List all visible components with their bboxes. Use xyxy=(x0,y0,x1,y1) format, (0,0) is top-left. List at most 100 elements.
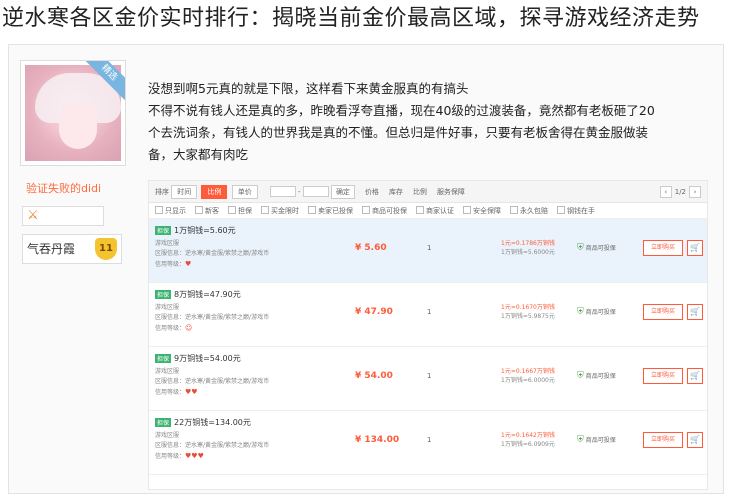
filter-checkbox[interactable]: 卖家已投保 xyxy=(308,206,353,216)
post-line: 个去洗词条，有钱人的世界我是真的不懂。但总归是件好事，只要有老板舍得在黄金服做装 xyxy=(148,125,649,140)
meta-line: 区服信息：逆水寒/黄金服/紫禁之巅/游戏币 xyxy=(155,442,270,449)
column-price-header: 价格 xyxy=(364,187,379,196)
headline-text: 逆水寒各区金价实时排行：揭晓当前金价最高区域，探寻游戏经济走势 xyxy=(2,6,700,31)
buy-now-button[interactable]: 立即购买 xyxy=(643,368,683,384)
ratio-main: 1元=0.1667万铜钱 xyxy=(501,368,555,375)
listing-ratio: 1元=0.1642万铜钱 1万铜钱=6.0909元 xyxy=(501,431,571,449)
listing-ratio: 1元=0.1667万铜钱 1万铜钱=6.0000元 xyxy=(501,367,571,385)
insure-icon: ⛨ xyxy=(577,307,584,317)
buy-now-button[interactable]: 立即购买 xyxy=(643,432,683,448)
listing-row[interactable]: 担保 9万铜钱=54.00元 游戏区服 区服信息：逆水寒/黄金服/紫禁之巅/游戏币… xyxy=(149,347,707,411)
listing-guard: ⛨ 商品可投保 xyxy=(577,307,616,317)
heart-icon: ♥♥ xyxy=(185,388,198,396)
sort-group: 排序 时间 比例 单价 xyxy=(155,184,260,199)
insure-icon: ⛨ xyxy=(577,243,584,253)
listing-price: ¥ 54.00 xyxy=(355,371,393,381)
listing-title[interactable]: 担保 8万铜钱=47.90元 xyxy=(155,289,241,300)
filter-checkbox[interactable]: 商家认证 xyxy=(416,206,454,216)
meta-line: 游戏区服 xyxy=(155,304,180,311)
user-nickname: 气吞丹霞 xyxy=(27,242,76,256)
smile-icon: ☺ xyxy=(185,324,193,332)
gold-listing-screenshot: 排序 时间 比例 单价 - 确定 价格 库存 比例 服务保障 ‹ 1/2 › 只… xyxy=(148,180,708,490)
buy-now-button[interactable]: 立即购买 xyxy=(643,304,683,320)
guarantee-tag: 担保 xyxy=(155,226,172,235)
listing-title-text: 9万铜钱=54.00元 xyxy=(174,354,241,363)
cart-icon[interactable]: 🛒 xyxy=(687,304,703,320)
insure-icon: ⛨ xyxy=(577,371,584,381)
article-headline: 逆水寒各区金价实时排行：揭晓当前金价最高区域，探寻游戏经济走势 xyxy=(2,2,732,36)
buy-now-button[interactable]: 立即购买 xyxy=(643,240,683,256)
filter-checkbox[interactable]: 钢钱在手 xyxy=(557,206,595,216)
listing-title[interactable]: 担保 22万铜钱=134.00元 xyxy=(155,417,251,428)
user-badge: ⚔ xyxy=(22,206,104,226)
listing-row[interactable]: 担保 22万铜钱=134.00元 游戏区服 区服信息：逆水寒/黄金服/紫禁之巅/游… xyxy=(149,411,707,475)
sort-option-unit-price[interactable]: 单价 xyxy=(231,184,258,199)
credit-label: 信用等级： xyxy=(155,389,186,396)
page-indicator: 1/2 xyxy=(674,187,686,196)
listing-stock: 1 xyxy=(427,244,432,252)
post-body: 没想到啊5元真的就是下限，这样看下来黄金服真的有搞头 不得不说有钱人还是真的多，… xyxy=(148,78,718,166)
filter-checkbox[interactable]: 买金限时 xyxy=(261,206,299,216)
listing-stock: 1 xyxy=(427,308,432,316)
listing-ratio: 1元=0.1786万铜钱 1万铜钱=5.6000元 xyxy=(501,239,571,257)
post-line: 没想到啊5元真的就是下限，这样看下来黄金服真的有搞头 xyxy=(148,81,469,96)
listing-ratio: 1元=0.1670万铜钱 1万铜钱=5.9875元 xyxy=(501,303,571,321)
credit-label: 信用等级： xyxy=(155,261,186,268)
listing-title-text: 1万铜钱=5.60元 xyxy=(174,226,236,235)
cart-icon[interactable]: 🛒 xyxy=(687,368,703,384)
listing-title[interactable]: 担保 9万铜钱=54.00元 xyxy=(155,353,241,364)
listing-title[interactable]: 担保 1万铜钱=5.60元 xyxy=(155,225,236,236)
sort-option-time[interactable]: 时间 xyxy=(171,184,198,199)
ratio-sub: 1万铜钱=5.9875元 xyxy=(501,313,555,320)
listing-stock: 1 xyxy=(427,436,432,444)
listing-meta: 游戏区服 区服信息：逆水寒/黄金服/紫禁之巅/游戏币 信用等级：♥♥ xyxy=(155,367,315,398)
filter-checkbox[interactable]: 担保 xyxy=(228,206,252,216)
listing-stock: 1 xyxy=(427,372,432,380)
user-profile-panel: 精选 验证失败的didi ⚔ 气吞丹霞 11 xyxy=(14,48,134,488)
filter-bar: 排序 时间 比例 单价 - 确定 价格 库存 比例 服务保障 ‹ 1/2 › xyxy=(149,181,707,203)
listing-meta: 游戏区服 区服信息：逆水寒/黄金服/紫禁之巅/游戏币 信用等级：♥ xyxy=(155,239,315,270)
next-page-icon[interactable]: › xyxy=(689,185,701,198)
post-line: 备，大家都有肉吃 xyxy=(148,147,249,162)
listing-guard: ⛨ 商品可投保 xyxy=(577,243,616,253)
price-min-input[interactable] xyxy=(269,186,296,197)
listing-title-text: 22万铜钱=134.00元 xyxy=(174,418,251,427)
cart-icon[interactable]: 🛒 xyxy=(687,240,703,256)
avatar[interactable]: 精选 xyxy=(20,60,126,166)
filter-checkbox[interactable]: 安全保障 xyxy=(463,206,501,216)
cart-icon[interactable]: 🛒 xyxy=(687,432,703,448)
user-name-link[interactable]: 验证失败的didi xyxy=(26,180,134,196)
meta-line: 信用等级：♥♥ xyxy=(155,387,315,398)
meta-line: 游戏区服 xyxy=(155,240,180,247)
guarantee-tag: 担保 xyxy=(155,290,172,299)
heart-icon: ♥ xyxy=(185,260,192,268)
ratio-main: 1元=0.1670万铜钱 xyxy=(501,304,555,311)
filter-checkbox[interactable]: 新客 xyxy=(195,206,219,216)
listing-meta: 游戏区服 区服信息：逆水寒/黄金服/紫禁之巅/游戏币 信用等级：☺ xyxy=(155,303,315,334)
heart-icon: ♥♥♥ xyxy=(185,452,204,460)
ratio-sub: 1万铜钱=5.6000元 xyxy=(501,249,555,256)
guard-text: 商品可投保 xyxy=(585,245,616,252)
fighter-icon: ⚔ xyxy=(27,208,39,223)
filter-checkbox[interactable]: 永久包赔 xyxy=(510,206,548,216)
avatar-face-shape xyxy=(59,103,97,149)
sort-label: 排序 xyxy=(155,187,169,196)
ratio-main: 1元=0.1642万铜钱 xyxy=(501,432,555,439)
filter-checkbox[interactable]: 只显示 xyxy=(155,206,186,216)
confirm-filter-button[interactable]: 确定 xyxy=(330,184,355,199)
guard-text: 商品可投保 xyxy=(585,309,616,316)
listing-price: ¥ 134.00 xyxy=(355,435,400,445)
prev-page-icon[interactable]: ‹ xyxy=(659,185,672,198)
price-max-input[interactable] xyxy=(302,186,329,197)
credit-label: 信用等级： xyxy=(155,453,186,460)
sort-option-ratio[interactable]: 比例 xyxy=(201,184,228,199)
meta-line: 信用等级：♥♥♥ xyxy=(155,451,315,462)
filter-checkbox[interactable]: 商品可投保 xyxy=(362,206,407,216)
meta-line: 区服信息：逆水寒/黄金服/紫禁之巅/游戏币 xyxy=(155,314,270,321)
listing-row[interactable]: 担保 1万铜钱=5.60元 游戏区服 区服信息：逆水寒/黄金服/紫禁之巅/游戏币 … xyxy=(149,219,707,283)
listing-guard: ⛨ 商品可投保 xyxy=(577,371,616,381)
listing-guard: ⛨ 商品可投保 xyxy=(577,435,616,445)
guard-text: 商品可投保 xyxy=(585,437,616,444)
listing-row[interactable]: 担保 8万铜钱=47.90元 游戏区服 区服信息：逆水寒/黄金服/紫禁之巅/游戏币… xyxy=(149,283,707,347)
checkbox-filter-bar: 只显示 新客 担保 买金限时 卖家已投保 商品可投保 商家认证 安全保障 永久包… xyxy=(149,203,707,219)
